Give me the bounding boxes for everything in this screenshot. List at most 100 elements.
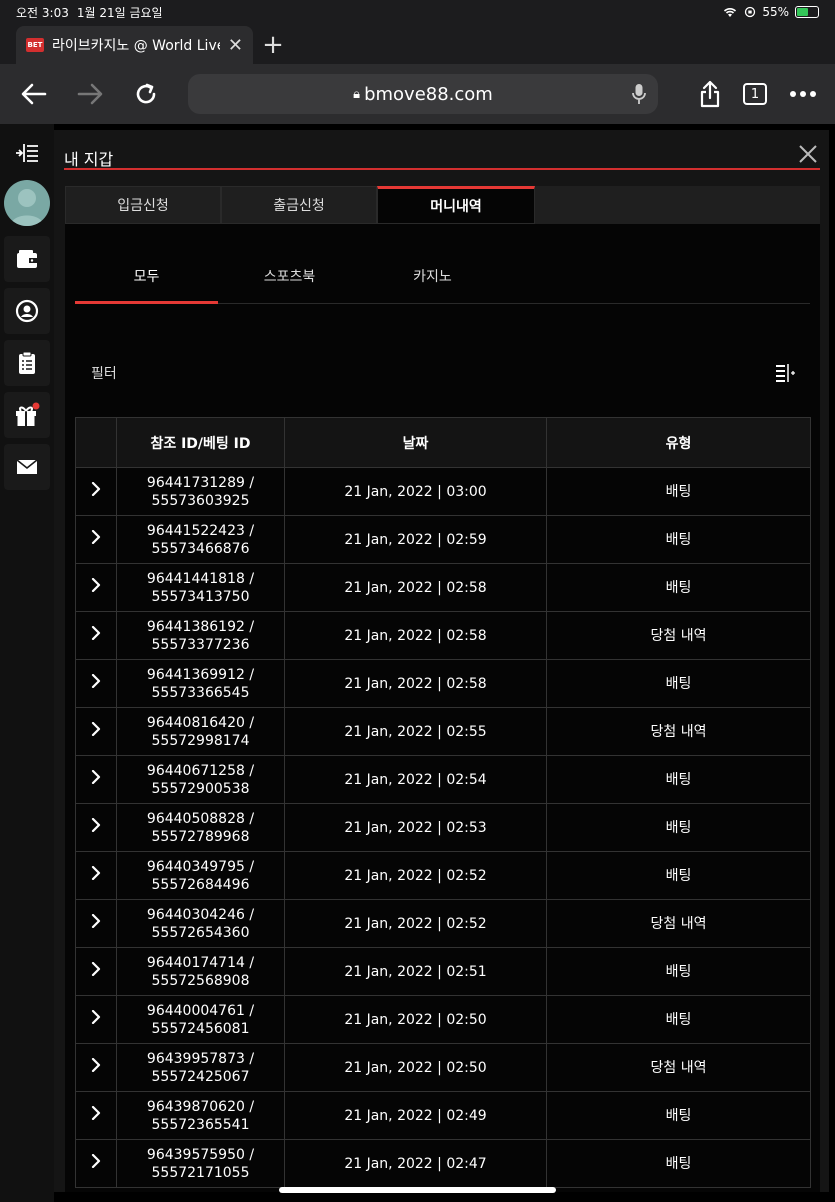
chevron-right-icon[interactable] [91,1009,101,1025]
table-row[interactable]: 96441386192 /55573377236 21 Jan, 2022 | 0… [75,611,811,660]
table-row[interactable]: 96441441818 /55573413750 21 Jan, 2022 | 0… [75,563,811,612]
date-cell: 21 Jan, 2022 | 02:47 [284,1139,547,1188]
browser-tab[interactable]: BET 라이브카지노 @ World Live ✕ [16,26,253,64]
column-header-expand [75,417,117,468]
bet-id: 55573603925 [151,492,250,509]
expand-cell[interactable] [75,803,117,852]
menu-collapse-icon[interactable] [4,130,50,176]
table-row[interactable]: 96440508828 /55572789968 21 Jan, 2022 | 0… [75,803,811,852]
bet-id: 55573377236 [151,636,250,653]
table-row[interactable]: 96440174714 /55572568908 21 Jan, 2022 | 0… [75,947,811,996]
expand-cell[interactable] [75,659,117,708]
chevron-right-icon[interactable] [91,1105,101,1121]
close-tab-icon[interactable]: ✕ [228,35,243,56]
sub-tab-sportsbook[interactable]: 스포츠북 [218,254,361,304]
expand-cell[interactable] [75,851,117,900]
table-row[interactable]: 96439575950 /55572171055 21 Jan, 2022 | 0… [75,1139,811,1188]
table-row[interactable]: 96440004761 /55572456081 21 Jan, 2022 | 0… [75,995,811,1044]
gift-icon[interactable] [4,392,50,438]
expand-cell[interactable] [75,563,117,612]
reference-id: 96439957873 / [146,1050,255,1067]
new-tab-icon[interactable]: + [253,26,293,64]
money-history-content: 모두 스포츠북 카지노 필터 참조 ID/베팅 ID 날짜 유형 9644173… [65,224,820,1192]
sub-tab-all[interactable]: 모두 [75,254,218,304]
chevron-right-icon[interactable] [91,769,101,785]
expand-cell[interactable] [75,1139,117,1188]
mail-icon[interactable] [4,444,50,490]
chevron-right-icon[interactable] [91,817,101,833]
reference-id: 96441731289 / [146,474,255,491]
expand-cell[interactable] [75,1043,117,1092]
forward-icon[interactable] [70,74,110,114]
profile-icon[interactable] [4,288,50,334]
table-row[interactable]: 96439957873 /55572425067 21 Jan, 2022 | 0… [75,1043,811,1092]
chevron-right-icon[interactable] [91,1057,101,1073]
microphone-icon[interactable] [632,83,646,105]
status-bar: 오전 3:03 1월 21일 금요일 55% [0,0,835,24]
expand-cell[interactable] [75,755,117,804]
type-cell: 배팅 [546,659,811,708]
reference-id: 96439870620 / [146,1098,255,1115]
bet-id: 55573366545 [151,684,250,701]
tab-switcher-button[interactable]: 1 [743,83,767,105]
reload-icon[interactable] [126,74,166,114]
chevron-right-icon[interactable] [91,577,101,593]
chevron-right-icon[interactable] [91,913,101,929]
expand-cell[interactable] [75,515,117,564]
chevron-right-icon[interactable] [91,673,101,689]
type-cell: 배팅 [546,515,811,564]
filter-label[interactable]: 필터 [75,363,117,383]
table-row[interactable]: 96439870620 /55572365541 21 Jan, 2022 | 0… [75,1091,811,1140]
reference-id: 96441522423 / [146,522,255,539]
close-icon[interactable] [798,144,818,164]
reference-id: 96441441818 / [146,570,255,587]
table-row[interactable]: 96440671258 /55572900538 21 Jan, 2022 | 0… [75,755,811,804]
chevron-right-icon[interactable] [91,865,101,881]
type-cell: 당첨 내역 [546,899,811,948]
column-header-date: 날짜 [284,417,547,468]
expand-cell[interactable] [75,1091,117,1140]
chevron-right-icon[interactable] [91,625,101,641]
back-icon[interactable] [14,74,54,114]
bet-id: 55572654360 [151,924,250,941]
share-icon[interactable] [699,80,721,108]
tab-deposit[interactable]: 입금신청 [65,186,221,224]
id-cell: 96440508828 /55572789968 [116,803,285,852]
sub-tab-casino[interactable]: 카지노 [361,254,504,304]
type-cell: 당첨 내역 [546,707,811,756]
bet-id: 55572684496 [151,876,250,893]
chevron-right-icon[interactable] [91,1153,101,1169]
expand-cell[interactable] [75,611,117,660]
table-row[interactable]: 96441731289 /55573603925 21 Jan, 2022 | 0… [75,467,811,516]
chevron-right-icon[interactable] [91,481,101,497]
table-row[interactable]: 96441522423 /55573466876 21 Jan, 2022 | 0… [75,515,811,564]
chevron-right-icon[interactable] [91,721,101,737]
table-row[interactable]: 96440304246 /55572654360 21 Jan, 2022 | 0… [75,899,811,948]
favicon: BET [26,38,44,52]
tab-money-history[interactable]: 머니내역 [377,186,535,224]
wallet-icon[interactable] [4,236,50,282]
type-cell: 배팅 [546,803,811,852]
expand-cell[interactable] [75,707,117,756]
avatar[interactable] [4,180,50,226]
wifi-icon [724,8,737,17]
date-cell: 21 Jan, 2022 | 02:58 [284,659,547,708]
orientation-lock-icon [745,6,756,18]
chevron-right-icon[interactable] [91,529,101,545]
expand-cell[interactable] [75,899,117,948]
expand-cell[interactable] [75,995,117,1044]
expand-cell[interactable] [75,947,117,996]
clipboard-icon[interactable] [4,340,50,386]
table-row[interactable]: 96441369912 /55573366545 21 Jan, 2022 | 0… [75,659,811,708]
chevron-right-icon[interactable] [91,961,101,977]
table-row[interactable]: 96440349795 /55572684496 21 Jan, 2022 | 0… [75,851,811,900]
expand-cell[interactable] [75,467,117,516]
date-cell: 21 Jan, 2022 | 02:58 [284,563,547,612]
reference-id: 96440304246 / [146,906,255,923]
table-row[interactable]: 96440816420 /55572998174 21 Jan, 2022 | 0… [75,707,811,756]
filter-sort-icon[interactable] [774,363,796,383]
bet-id: 55573413750 [151,588,250,605]
more-icon[interactable] [789,90,817,98]
address-bar[interactable]: 🔒︎ bmove88.com [188,74,658,114]
tab-withdraw[interactable]: 출금신청 [221,186,377,224]
